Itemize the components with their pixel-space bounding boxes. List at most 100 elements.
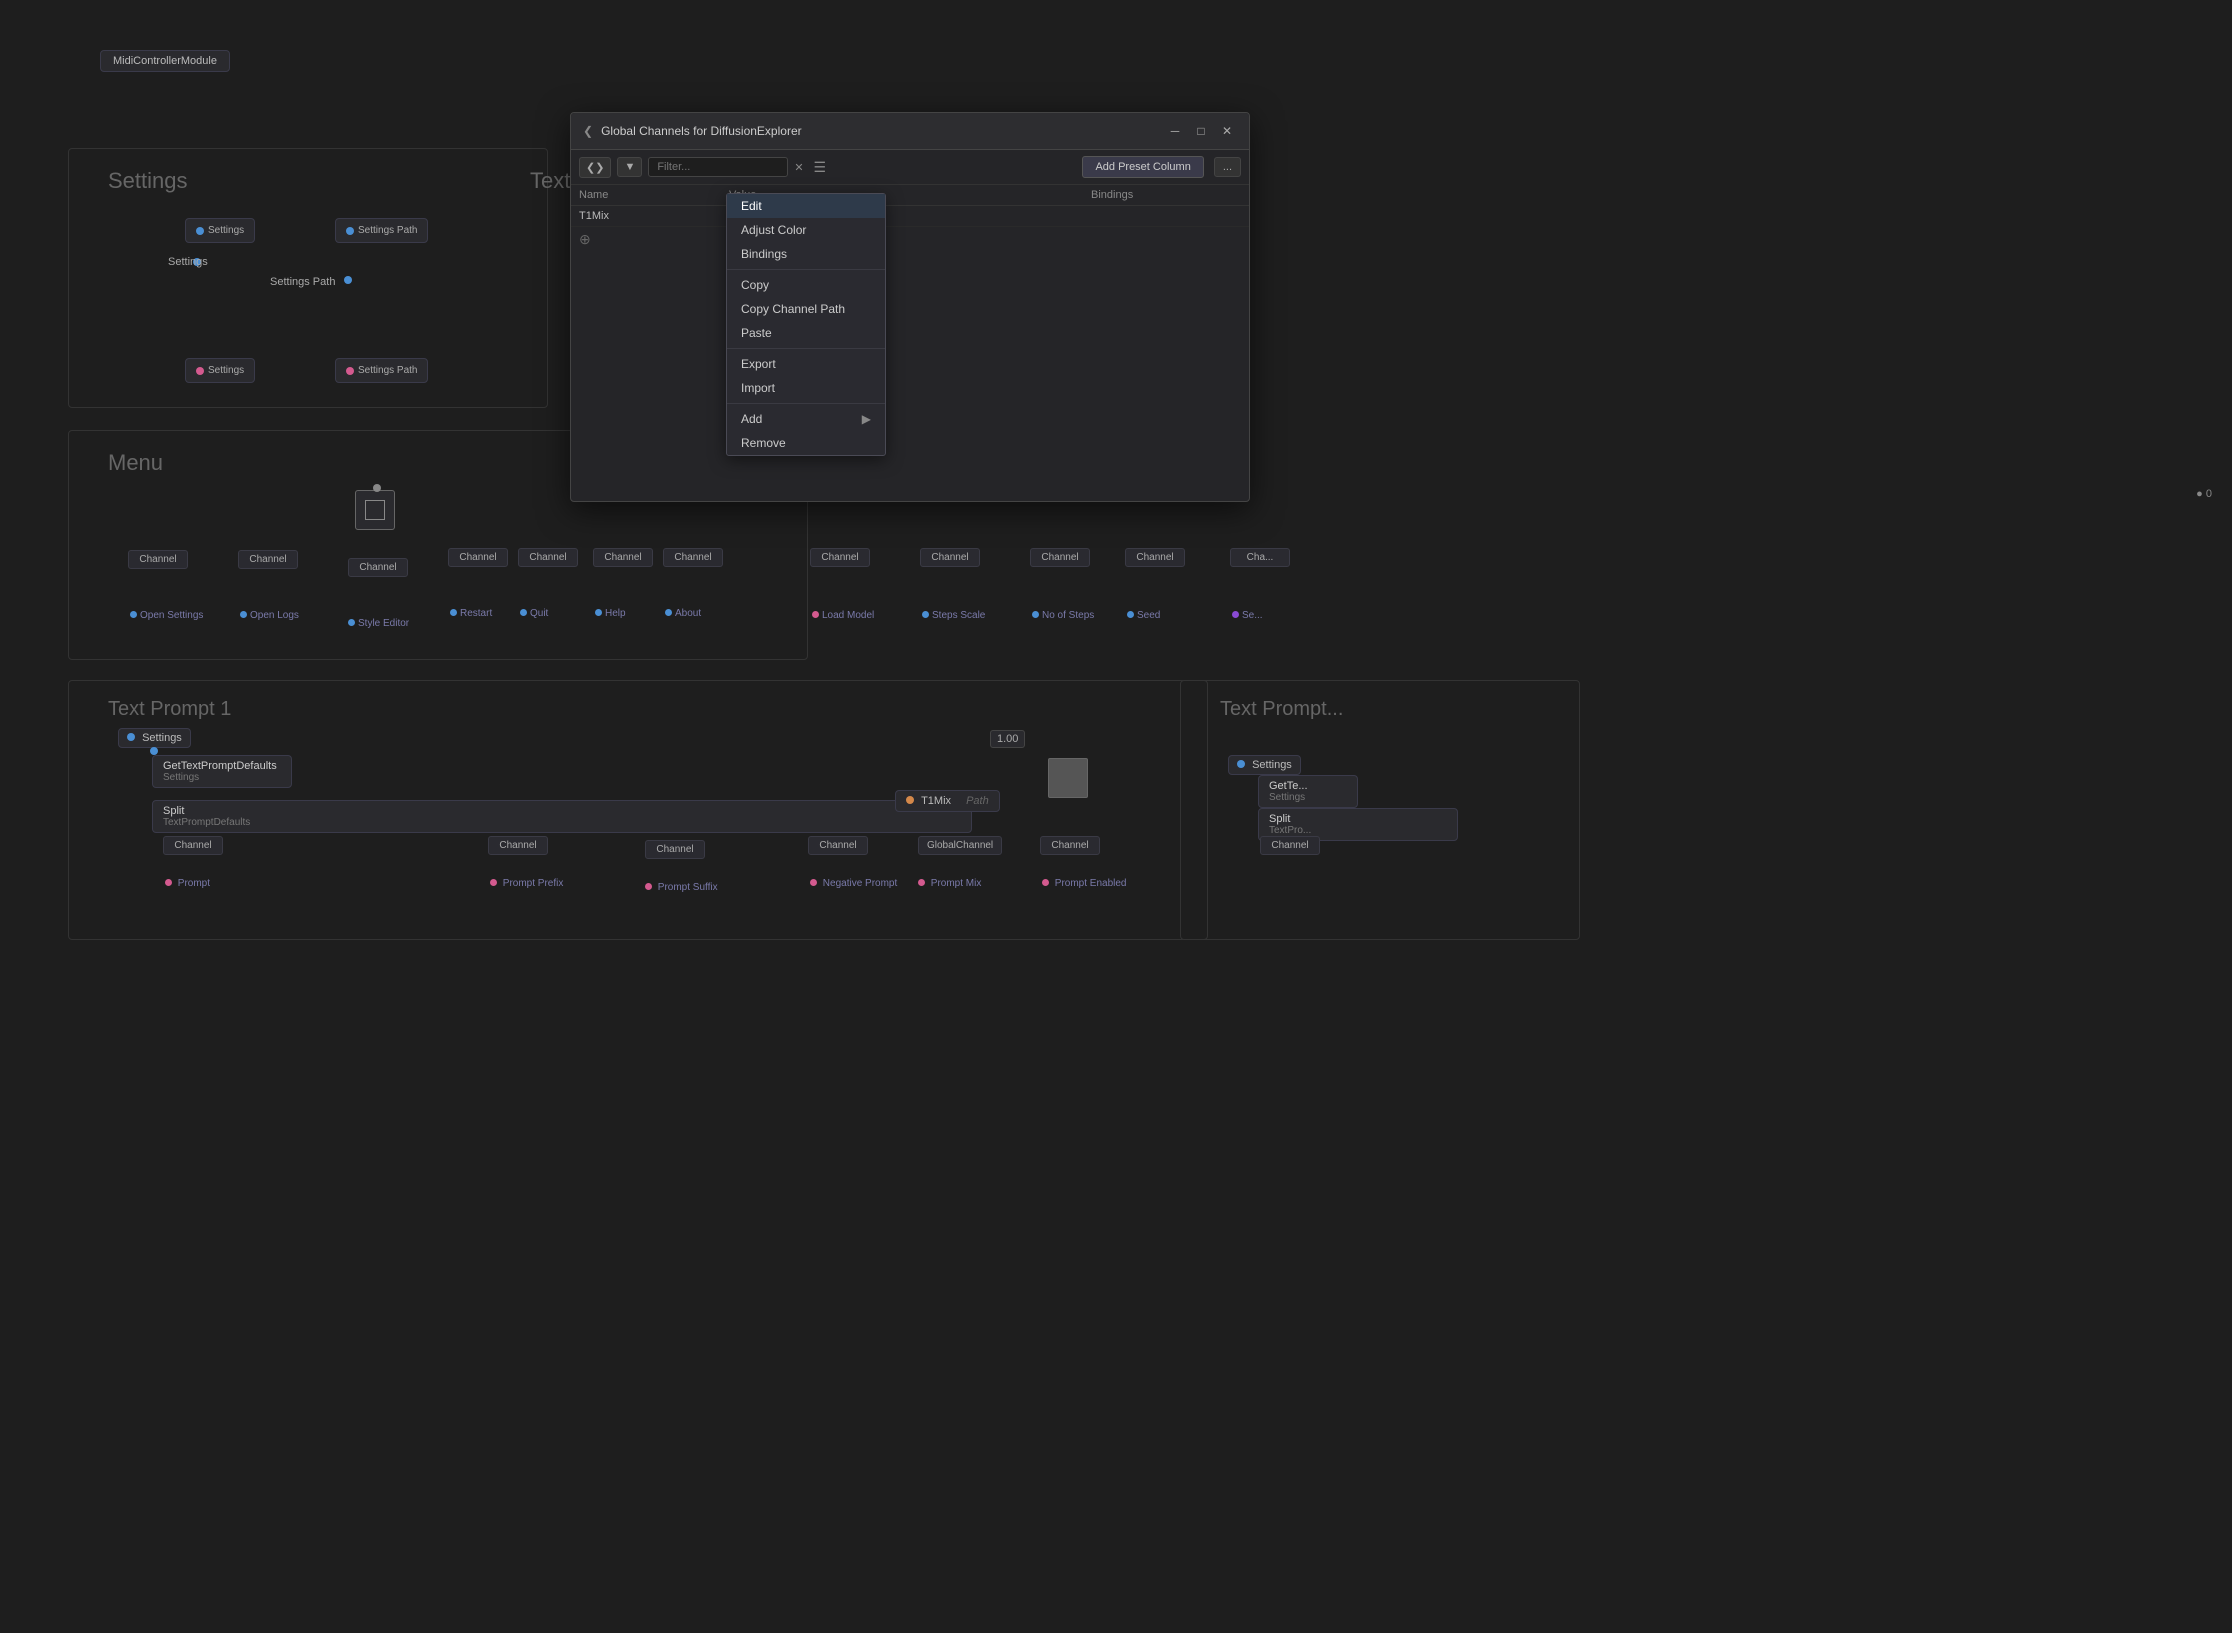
label-about: About: [665, 608, 701, 619]
settings-path-node-top[interactable]: Settings Path: [335, 218, 428, 243]
label-load-model: Load Model: [812, 610, 874, 621]
tp2-settings-input[interactable]: Settings: [1228, 755, 1301, 775]
table-row[interactable]: T1Mix: [571, 206, 1249, 227]
get-text-prompt-defaults-sub: Settings: [163, 772, 281, 783]
minimize-button[interactable]: ─: [1165, 121, 1185, 141]
menu-center-connector: [355, 490, 395, 530]
settings-path-node-bottom[interactable]: Settings Path: [335, 358, 428, 383]
filter-input[interactable]: [648, 157, 788, 177]
modal-toolbar: ❮❯ ▼ ✕ ☰ Add Preset Column ...: [571, 150, 1249, 185]
tp2-settings-port: [1237, 760, 1245, 768]
tp2-get-sub: Settings: [1269, 792, 1347, 803]
ctx-import[interactable]: Import: [727, 376, 885, 400]
clear-filter-icon[interactable]: ✕: [794, 161, 803, 174]
label-style-editor: Style Editor: [348, 618, 409, 629]
t1mix-label: T1Mix: [921, 795, 951, 807]
tp2-get-label: GetTe...: [1269, 780, 1347, 792]
tp1-channel-prompt[interactable]: Channel: [163, 836, 223, 855]
split-node-title: Split: [163, 805, 961, 817]
text-prompt-1-title: Text Prompt 1: [108, 698, 231, 721]
add-row-btn[interactable]: ⊕: [571, 227, 1249, 252]
tp1-global-channel[interactable]: GlobalChannel: [918, 836, 1002, 855]
maximize-button[interactable]: □: [1191, 121, 1211, 141]
t1mix-value[interactable]: 1.00: [990, 730, 1025, 748]
channel-node-style-editor[interactable]: Channel: [348, 558, 408, 577]
ctx-copy-label: Copy: [741, 278, 769, 292]
tp1-settings-input[interactable]: Settings: [118, 728, 191, 748]
options-icon[interactable]: ☰: [814, 159, 827, 176]
label-steps-scale: Steps Scale: [922, 610, 985, 621]
row-bindings: [1091, 210, 1241, 222]
channel-node-se[interactable]: Cha...: [1230, 548, 1290, 567]
label-se: Se...: [1232, 610, 1263, 621]
settings-bottom-port: [196, 367, 204, 375]
channel-node-about[interactable]: Channel: [663, 548, 723, 567]
settings-path-node-bottom-label: Settings Path: [358, 365, 417, 376]
row-name: T1Mix: [579, 210, 729, 222]
tp1-square-widget[interactable]: [1048, 758, 1088, 798]
tp2-split-sub: TextPro...: [1269, 825, 1447, 836]
ctx-edit-label: Edit: [741, 199, 762, 213]
tp1-label-prompt-prefix: Prompt Prefix: [490, 878, 563, 889]
more-options-button[interactable]: ...: [1214, 157, 1241, 177]
settings-path-port-blue: [346, 227, 354, 235]
split-node-sub: TextPromptDefaults: [163, 817, 961, 828]
tp2-get-node[interactable]: GetTe... Settings: [1258, 775, 1358, 808]
ctx-copy[interactable]: Copy: [727, 273, 885, 297]
tp1-channel-prompt-prefix[interactable]: Channel: [488, 836, 548, 855]
tp1-channel-prompt-enabled[interactable]: Channel: [1040, 836, 1100, 855]
get-text-prompt-defaults-node[interactable]: GetTextPromptDefaults Settings: [152, 755, 292, 788]
label-open-settings: Open Settings: [130, 610, 203, 621]
collapse-icon[interactable]: ❮: [583, 124, 593, 138]
midi-node-label: MidiControllerModule: [113, 55, 217, 67]
channel-node-steps-scale[interactable]: Channel: [920, 548, 980, 567]
ctx-edit[interactable]: Edit: [727, 194, 885, 218]
midi-controller-node[interactable]: MidiControllerModule: [100, 50, 230, 72]
label-restart: Restart: [450, 608, 492, 619]
t1mix-node[interactable]: T1Mix Path: [895, 790, 1000, 812]
modal-title: Global Channels for DiffusionExplorer: [601, 124, 1157, 138]
label-help: Help: [595, 608, 626, 619]
ctx-bindings[interactable]: Bindings: [727, 242, 885, 266]
settings-node-top-label: Settings: [208, 225, 244, 236]
settings-path-input-dot: [344, 276, 352, 284]
ctx-export[interactable]: Export: [727, 352, 885, 376]
text-prompt-2-title: Text Prompt...: [1220, 698, 1343, 721]
filter-dropdown-button[interactable]: ▼: [617, 157, 642, 177]
ctx-add[interactable]: Add ▶: [727, 407, 885, 431]
tp1-channel-neg-prompt[interactable]: Channel: [808, 836, 868, 855]
settings-path-inline-label: Settings Path: [270, 276, 335, 288]
ctx-paste[interactable]: Paste: [727, 321, 885, 345]
sidebar-toggle-button[interactable]: ❮❯: [579, 157, 611, 178]
settings-node-top[interactable]: Settings: [185, 218, 255, 243]
channel-node-load-model[interactable]: Channel: [810, 548, 870, 567]
channel-node-help[interactable]: Channel: [593, 548, 653, 567]
settings-node-bottom[interactable]: Settings: [185, 358, 255, 383]
ctx-add-label: Add: [741, 412, 762, 426]
ctx-bindings-label: Bindings: [741, 247, 787, 261]
tp1-label-prompt-suffix: Prompt Suffix: [645, 882, 718, 893]
tp2-channel[interactable]: Channel: [1260, 836, 1320, 855]
ctx-paste-label: Paste: [741, 326, 772, 340]
ctx-adjust-color[interactable]: Adjust Color: [727, 218, 885, 242]
tp1-settings-label: Settings: [142, 732, 182, 744]
modal-header: ❮ Global Channels for DiffusionExplorer …: [571, 113, 1249, 150]
channel-node-no-of-steps[interactable]: Channel: [1030, 548, 1090, 567]
ctx-copy-channel-path[interactable]: Copy Channel Path: [727, 297, 885, 321]
channel-node-quit[interactable]: Channel: [518, 548, 578, 567]
ctx-export-label: Export: [741, 357, 776, 371]
settings-path-node-top-label: Settings Path: [358, 225, 417, 236]
channel-node-open-settings[interactable]: Channel: [128, 550, 188, 569]
col-name: Name: [579, 189, 729, 201]
channel-node-restart[interactable]: Channel: [448, 548, 508, 567]
channel-node-open-logs[interactable]: Channel: [238, 550, 298, 569]
tp1-label-prompt: Prompt: [165, 878, 210, 889]
ctx-sep-2: [727, 348, 885, 349]
ctx-remove[interactable]: Remove: [727, 431, 885, 455]
tp1-channel-prompt-suffix[interactable]: Channel: [645, 840, 705, 859]
close-button[interactable]: ✕: [1217, 121, 1237, 141]
ctx-add-arrow: ▶: [862, 412, 871, 426]
channel-node-seed[interactable]: Channel: [1125, 548, 1185, 567]
add-preset-column-button[interactable]: Add Preset Column: [1082, 156, 1203, 178]
split-node[interactable]: Split TextPromptDefaults: [152, 800, 972, 833]
